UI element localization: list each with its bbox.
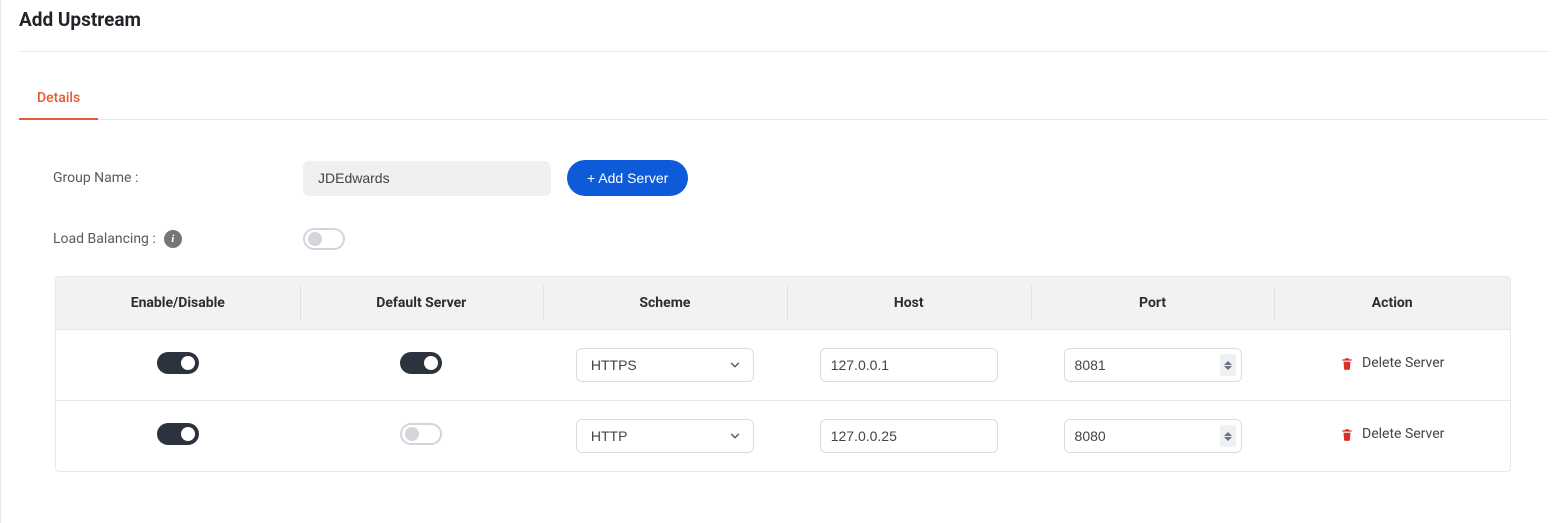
scheme-select[interactable]: HTTPS [576, 348, 754, 382]
info-icon[interactable]: i [164, 230, 182, 248]
table-row: HTTPS Delete Server [56, 330, 1510, 401]
enable-toggle[interactable] [157, 423, 199, 445]
group-name-row: Group Name : + Add Server [53, 160, 1548, 196]
page-title: Add Upstream [19, 8, 1548, 31]
col-header-scheme: Scheme [543, 277, 787, 330]
col-header-host: Host [787, 277, 1031, 330]
col-header-enable: Enable/Disable [56, 277, 300, 330]
scheme-select[interactable]: HTTP [576, 419, 754, 453]
host-input[interactable] [820, 419, 998, 453]
col-header-default: Default Server [300, 277, 543, 330]
table-header-row: Enable/Disable Default Server Scheme Hos… [56, 277, 1510, 330]
port-input[interactable] [1064, 348, 1242, 382]
divider [19, 51, 1548, 52]
enable-toggle[interactable] [157, 352, 199, 374]
group-name-input[interactable] [303, 161, 551, 196]
default-server-toggle[interactable] [400, 352, 442, 374]
delete-server-button[interactable]: Delete Server [1340, 355, 1444, 371]
load-balancing-label: Load Balancing : i [53, 230, 303, 248]
servers-table: Enable/Disable Default Server Scheme Hos… [55, 276, 1511, 472]
load-balancing-label-text: Load Balancing : [53, 231, 156, 247]
port-input[interactable] [1064, 419, 1242, 453]
form-area: Group Name : + Add Server Load Balancing… [19, 120, 1548, 250]
default-server-toggle[interactable] [400, 423, 442, 445]
tabs-bar: Details [19, 80, 1548, 120]
add-server-button[interactable]: + Add Server [567, 160, 688, 196]
load-balancing-toggle[interactable] [303, 228, 345, 250]
delete-server-label: Delete Server [1362, 355, 1444, 371]
tab-details[interactable]: Details [19, 80, 98, 120]
col-header-port: Port [1031, 277, 1275, 330]
host-input[interactable] [820, 348, 998, 382]
delete-server-button[interactable]: Delete Server [1340, 426, 1444, 442]
trash-icon [1340, 427, 1354, 442]
group-name-label: Group Name : [53, 170, 303, 186]
delete-server-label: Delete Server [1362, 426, 1444, 442]
table-row: HTTP Delete Server [56, 401, 1510, 472]
load-balancing-row: Load Balancing : i [53, 228, 1548, 250]
col-header-action: Action [1274, 277, 1510, 330]
trash-icon [1340, 356, 1354, 371]
